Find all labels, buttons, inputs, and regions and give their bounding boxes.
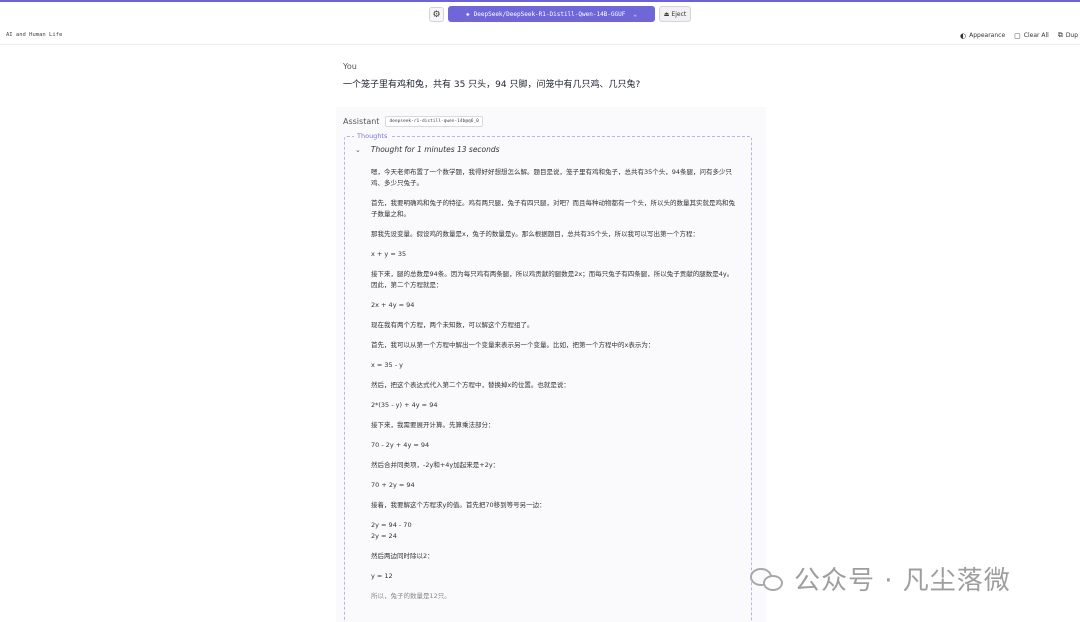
thought-paragraph: 2x + 4y = 94 [371, 301, 415, 309]
assistant-header: Assistant deepseek-r1-distill-qwen-14b@q… [343, 116, 483, 127]
thought-paragraph: 接下来，我需要展开计算。先算乘法部分： [371, 421, 495, 429]
assistant-message: Assistant deepseek-r1-distill-qwen-14b@q… [336, 107, 766, 622]
eject-button[interactable]: ⏏ Eject [659, 6, 691, 22]
duplicate-button[interactable]: ⧉ Dup [1058, 31, 1078, 40]
chevron-down-icon: ⌄ [355, 145, 361, 154]
thought-paragraph: 所以，兔子的数量是12只。 [371, 592, 451, 600]
watermark: 公众号 · 凡尘落微 [750, 560, 1011, 597]
assistant-role-label: Assistant [343, 117, 380, 126]
thought-paragraph: 然后两边同时除以2： [371, 552, 434, 560]
user-message-text: 一个笼子里有鸡和兔，共有 35 只头，94 只脚，问笼中有几只鸡、几只兔? [343, 80, 641, 90]
thought-paragraph: 然后合并同类项，-2y和+4y加起来是+2y： [371, 461, 500, 469]
thought-toggle[interactable]: ⌄ Thought for 1 minutes 13 seconds [355, 145, 500, 154]
thought-paragraph: 然后，把这个表达式代入第二个方程中，替换掉x的位置。也就是说： [371, 381, 570, 389]
thought-paragraph: 2y = 94 - 70 2y = 24 [371, 521, 412, 540]
palette-icon: ◐ [960, 31, 967, 40]
thoughts-panel: Thoughts ⌄ Thought for 1 minutes 13 seco… [344, 132, 752, 622]
watermark-text: 公众号 · 凡尘落微 [794, 566, 1011, 596]
chevron-down-icon: ⌄ [633, 10, 637, 18]
thoughts-label: Thoughts [354, 132, 391, 140]
thought-paragraph: y = 12 [371, 572, 393, 580]
clear-all-label: Clear All [1023, 32, 1049, 39]
chat-title: AI and Human Life [6, 32, 63, 38]
wechat-logo-icon [750, 564, 786, 594]
eject-icon: ⏏ [663, 10, 670, 18]
model-selector-label: DeepSeek/DeepSeek-R1-Distill-Qwen-14B-GG… [473, 10, 626, 18]
thought-paragraph: 现在我有两个方程，两个未知数，可以解这个方程组了。 [371, 321, 534, 329]
thought-paragraph: 那我先设变量。假设鸡的数量是x，兔子的数量是y。那么根据题目，总共有35个头，所… [371, 230, 699, 238]
clear-icon: ▢ [1014, 31, 1021, 40]
user-message: You 一个笼子里有鸡和兔，共有 35 只头，94 只脚，问笼中有几只鸡、几只兔… [343, 62, 763, 90]
top-bar: ⚙ ◈ DeepSeek/DeepSeek-R1-Distill-Qwen-14… [0, 2, 1080, 26]
thought-paragraph: 70 - 2y + 4y = 94 [371, 441, 430, 449]
thought-paragraph: 接下来，腿的总数是94条。因为每只鸡有两条腿，所以鸡贡献的腿数是2x；而每只兔子… [371, 270, 734, 289]
model-tag: deepseek-r1-distill-qwen-14b@q6_0 [385, 116, 483, 127]
clear-all-button[interactable]: ▢ Clear All [1014, 31, 1049, 40]
thought-paragraph: 嗯，今天老师布置了一个数学题，我得好好想想怎么解。题目是说，笼子里有鸡和兔子，总… [371, 168, 733, 187]
thought-paragraph: 接着，我要解这个方程求y的值。首先把70移到等号另一边： [371, 501, 546, 509]
settings-button[interactable]: ⚙ [429, 7, 444, 22]
chat-header: AI and Human Life ◐ Appearance ▢ Clear A… [0, 26, 1080, 45]
user-role-label: You [343, 62, 357, 71]
thought-paragraph: 2*(35 - y) + 4y = 94 [371, 401, 438, 409]
model-icon: ◈ [466, 10, 470, 18]
chat-actions: ◐ Appearance ▢ Clear All ⧉ Dup [960, 31, 1078, 40]
model-selector[interactable]: ◈ DeepSeek/DeepSeek-R1-Distill-Qwen-14B-… [448, 6, 655, 22]
duplicate-label: Dup [1065, 32, 1079, 39]
appearance-button[interactable]: ◐ Appearance [960, 31, 1005, 40]
thought-paragraph: 70 + 2y = 94 [371, 481, 415, 489]
thought-paragraph: 首先，我可以从第一个方程中解出一个变量来表示另一个变量。比如，把第一个方程中的x… [371, 341, 655, 349]
gear-icon: ⚙ [432, 9, 441, 20]
eject-label: Eject [671, 10, 687, 18]
appearance-label: Appearance [969, 32, 1006, 39]
thought-paragraph: 首先，我要明确鸡和兔子的特征。鸡有两只腿，兔子有四只腿，对吧？而且每种动物都有一… [371, 199, 735, 218]
thought-paragraph: x = 35 - y [371, 361, 404, 369]
duplicate-icon: ⧉ [1057, 31, 1063, 39]
thought-paragraph: x + y = 35 [371, 250, 407, 258]
thought-content: 嗯，今天老师布置了一个数学题，我得好好想想怎么解。题目是说，笼子里有鸡和兔子，总… [371, 167, 736, 611]
thought-duration: Thought for 1 minutes 13 seconds [370, 145, 500, 154]
